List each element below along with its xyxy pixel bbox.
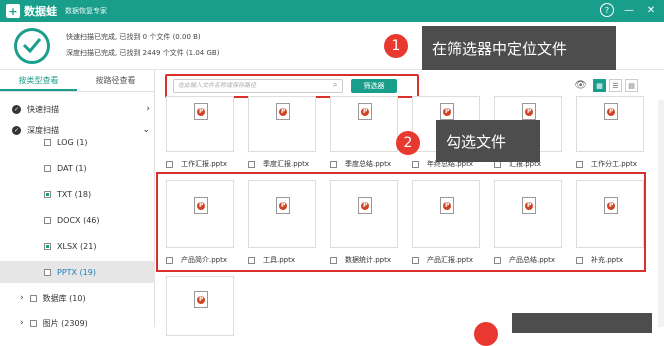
sidebar-item-label: 数据库 (10)	[42, 293, 86, 303]
checkbox[interactable]	[44, 216, 51, 224]
step-badge-3	[474, 322, 498, 346]
callout-1: 在筛选器中定位文件	[422, 26, 616, 70]
check-circle-icon	[14, 28, 50, 64]
file-name: 工作分工.pptx	[591, 160, 637, 168]
sidebar-item-label: LOG (1)	[57, 137, 88, 147]
checkbox[interactable]	[44, 164, 51, 172]
checkbox[interactable]	[29, 319, 37, 327]
file-checkbox[interactable]	[576, 160, 583, 168]
sidebar-item-log[interactable]: LOG (1)	[0, 133, 155, 151]
scrollbar[interactable]	[658, 100, 664, 327]
detail-view-button[interactable]: ▤	[625, 79, 638, 92]
checkbox[interactable]	[44, 268, 51, 276]
title-bar: + 数据蛙 数据恢复专家 ? — ✕	[0, 0, 664, 22]
minimize-button[interactable]: —	[622, 3, 636, 17]
file-item[interactable]: 工作汇报.pptx	[166, 158, 227, 170]
chevron-right-icon: ›	[20, 293, 24, 303]
sidebar-item-label: TXT (18)	[57, 189, 92, 199]
step-badge-1: 1	[384, 34, 408, 58]
list-view-button[interactable]: ☰	[609, 79, 622, 92]
close-button[interactable]: ✕	[644, 3, 658, 17]
selection-highlight-box	[156, 172, 646, 272]
sidebar-item-dat[interactable]: DAT (1)	[0, 159, 155, 177]
search-input[interactable]: 在此输入文件名称或保存路径	[173, 79, 343, 93]
callout-text: 勾选文件	[446, 132, 507, 151]
callout-2: 勾选文件	[436, 120, 540, 162]
file-item[interactable]: 工作分工.pptx	[576, 158, 637, 170]
file-checkbox[interactable]	[248, 160, 255, 168]
callout-text: 在筛选器中定位文件	[432, 39, 568, 58]
app-logo: +	[6, 4, 20, 18]
file-thumbnail[interactable]: P	[166, 96, 234, 152]
file-name: 季度总结.pptx	[345, 160, 391, 168]
app-subtitle: 数据恢复专家	[65, 7, 107, 15]
sidebar-item-txt[interactable]: TXT (18)	[0, 185, 155, 203]
pptx-file-icon: P	[194, 103, 208, 120]
tab-by-path[interactable]: 按路径查看	[77, 70, 154, 91]
file-checkbox[interactable]	[412, 160, 419, 168]
sidebar-item-label: XLSX (21)	[57, 241, 97, 251]
grid-view-button[interactable]: ▦	[593, 79, 606, 92]
file-name: 工作汇报.pptx	[181, 160, 227, 168]
deep-scan-status: 深度扫描已完成, 已找到 2449 个文件 (1.04 GB)	[66, 49, 220, 57]
file-thumbnail[interactable]: P	[576, 96, 644, 152]
section-quick-scan[interactable]: ✓ 快速扫描 ›	[0, 100, 155, 118]
pptx-file-icon: P	[358, 103, 372, 120]
sidebar-item-label: PPTX (19)	[57, 267, 96, 277]
preview-eye-icon[interactable]: 👁	[574, 80, 587, 91]
checkbox[interactable]	[44, 138, 51, 146]
pptx-file-icon: P	[522, 103, 536, 120]
sidebar-item-pptx[interactable]: PPTX (19)	[0, 261, 155, 283]
pptx-file-icon: P	[604, 103, 618, 120]
sidebar-item-images[interactable]: › 图片 (2309)	[0, 314, 155, 332]
quick-scan-status: 快速扫描已完成, 已找到 0 个文件 (0.00 B)	[66, 33, 201, 41]
checked-dot-icon: ✓	[12, 104, 21, 114]
file-thumbnail[interactable]: P	[330, 96, 398, 152]
sidebar-item-database[interactable]: › 数据库 (10)	[0, 289, 155, 307]
checkbox[interactable]	[44, 242, 51, 250]
file-item[interactable]: 季度汇报.pptx	[248, 158, 309, 170]
app-name: 数据蛙	[24, 5, 57, 18]
pptx-file-icon: P	[440, 103, 454, 120]
help-button[interactable]: ?	[600, 3, 614, 17]
sidebar: 按类型查看 按路径查看 ✓ 快速扫描 › ✓ 深度扫描 ⌄ LOG (1) DA…	[0, 70, 155, 328]
file-thumbnail[interactable]: P	[248, 96, 316, 152]
file-item[interactable]: 季度总结.pptx	[330, 158, 391, 170]
sidebar-item-label: DAT (1)	[57, 163, 87, 173]
search-bar-highlight: 在此输入文件名称或保存路径 ⌕ 筛选器	[165, 74, 419, 98]
section-label: 快速扫描	[27, 104, 59, 114]
sidebar-item-docx[interactable]: DOCX (46)	[0, 211, 155, 229]
filter-button[interactable]: 筛选器	[351, 79, 397, 93]
pptx-file-icon: P	[276, 103, 290, 120]
callout-3	[512, 313, 652, 333]
file-checkbox[interactable]	[166, 160, 173, 168]
checkbox[interactable]	[29, 294, 37, 302]
sidebar-item-xlsx[interactable]: XLSX (21)	[0, 237, 155, 255]
step-badge-2: 2	[396, 131, 420, 155]
pptx-file-icon: P	[194, 291, 208, 308]
file-checkbox[interactable]	[330, 160, 337, 168]
checkbox[interactable]	[44, 190, 51, 198]
search-icon[interactable]: ⌕	[333, 80, 337, 90]
file-thumbnail[interactable]: P	[166, 276, 234, 336]
file-name: 季度汇报.pptx	[263, 160, 309, 168]
chevron-right-icon: ›	[146, 104, 150, 114]
sidebar-item-label: DOCX (46)	[57, 215, 100, 225]
tab-by-type[interactable]: 按类型查看	[0, 70, 77, 91]
